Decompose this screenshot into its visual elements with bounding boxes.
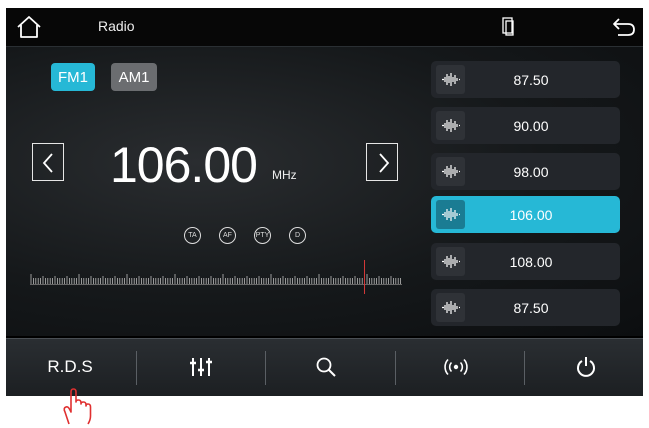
preset-frequency: 90.00: [513, 117, 549, 134]
am1-band-button[interactable]: AM1: [111, 63, 157, 91]
preset-frequency: 87.50: [513, 299, 549, 316]
seek-up-button[interactable]: [366, 143, 398, 181]
phone-mirror-icon[interactable]: [500, 15, 516, 39]
bottom-divider: [136, 351, 137, 385]
preset-1[interactable]: 87.50: [431, 61, 620, 98]
power-icon: [577, 357, 595, 377]
fm1-band-button[interactable]: FM1: [51, 63, 95, 91]
waveform-icon: [436, 157, 465, 186]
search-button[interactable]: [286, 338, 366, 396]
chevron-left-icon: [42, 153, 53, 173]
preset-2[interactable]: 90.00: [431, 107, 620, 144]
preset-3[interactable]: 98.00: [431, 153, 620, 190]
waveform-icon: [436, 65, 465, 94]
back-icon[interactable]: [612, 16, 636, 38]
preset-frequency: 106.00: [509, 206, 553, 223]
bottom-divider: [395, 351, 396, 385]
power-button[interactable]: [546, 338, 626, 396]
tuning-needle[interactable]: [364, 260, 365, 294]
preset-frequency: 87.50: [513, 71, 549, 88]
page-title: Radio: [98, 18, 135, 34]
waveform-icon: [436, 200, 465, 229]
tuning-scale[interactable]: [30, 274, 402, 284]
ta-indicator: TA: [184, 227, 201, 244]
bottom-divider: [265, 351, 266, 385]
af-indicator: AF: [219, 227, 236, 244]
waveform-icon: [436, 293, 465, 322]
waveform-icon: [436, 247, 465, 276]
preset-frequency: 108.00: [509, 253, 553, 270]
search-icon: [316, 357, 336, 377]
broadcast-icon: [444, 358, 468, 376]
waveform-icon: [436, 111, 465, 140]
radio-screen: Radio FM1 AM1 106.00 MHz TA AF PTY D 87.…: [6, 8, 643, 396]
preset-5[interactable]: 108.00: [431, 243, 620, 280]
frequency-unit: MHz: [272, 168, 297, 182]
broadcast-button[interactable]: [411, 338, 501, 396]
chevron-right-icon: [379, 153, 390, 173]
current-frequency: 106.00: [110, 137, 258, 193]
seek-down-button[interactable]: [32, 143, 64, 181]
bottom-divider: [524, 351, 525, 385]
d-indicator: D: [289, 227, 306, 244]
equalizer-button[interactable]: [156, 338, 246, 396]
home-icon[interactable]: [16, 15, 42, 39]
pty-indicator: PTY: [254, 227, 271, 244]
hand-pointer-icon: [63, 388, 92, 425]
preset-6[interactable]: 87.50: [431, 289, 620, 326]
preset-frequency: 98.00: [513, 163, 549, 180]
tuning-scale-baseline: [30, 284, 402, 285]
preset-4-active[interactable]: 106.00: [431, 196, 620, 233]
equalizer-icon: [190, 358, 212, 376]
